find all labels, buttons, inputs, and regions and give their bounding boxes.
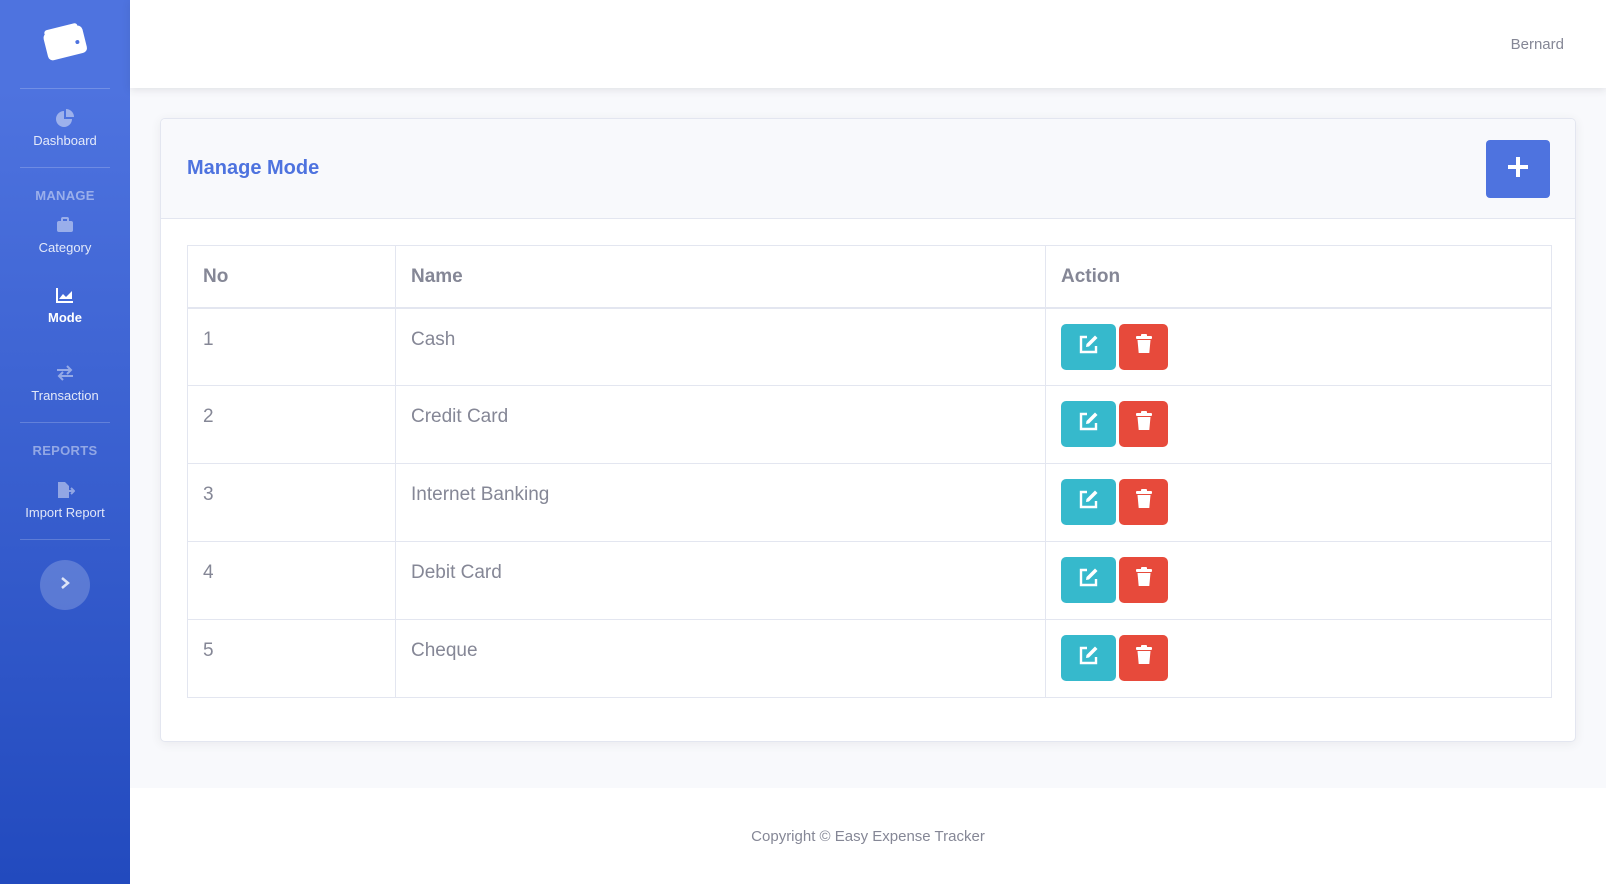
delete-button[interactable] bbox=[1119, 635, 1168, 681]
edit-button[interactable] bbox=[1061, 323, 1116, 370]
table-row: 3 Internet Banking bbox=[187, 463, 1552, 542]
brand-logo[interactable] bbox=[0, 0, 130, 88]
file-export-icon bbox=[55, 481, 75, 499]
cell-action bbox=[1045, 463, 1552, 542]
trash-icon bbox=[1133, 410, 1155, 438]
edit-button[interactable] bbox=[1061, 635, 1116, 681]
sidebar-item-label: Mode bbox=[48, 309, 82, 325]
cell-name: Credit Card bbox=[395, 385, 1046, 464]
sidebar-item-category[interactable]: Category bbox=[0, 204, 130, 266]
exchange-icon bbox=[55, 364, 75, 382]
cell-name: Internet Banking bbox=[395, 463, 1046, 542]
sidebar-item-dashboard[interactable]: Dashboard bbox=[0, 89, 130, 167]
column-header-name: Name bbox=[395, 245, 1046, 309]
add-mode-button[interactable] bbox=[1486, 139, 1550, 198]
sidebar-heading-reports: Reports bbox=[32, 443, 98, 458]
card-header: Manage Mode bbox=[161, 119, 1575, 219]
cell-name: Cheque bbox=[395, 619, 1046, 698]
table-row: 5 Cheque bbox=[187, 619, 1552, 698]
sidebar-item-label: Dashboard bbox=[33, 132, 97, 148]
sidebar-item-label: Category bbox=[38, 239, 92, 255]
chevron-right-icon bbox=[59, 576, 71, 595]
footer: Copyright © Easy Expense Tracker bbox=[130, 788, 1606, 884]
cell-action bbox=[1045, 385, 1552, 464]
page-title: Manage Mode bbox=[187, 157, 320, 179]
delete-button[interactable] bbox=[1119, 323, 1168, 370]
manage-mode-card: Manage Mode No Name Action 1 Cash 2 Credit … bbox=[160, 118, 1576, 742]
user-menu[interactable]: Bernard bbox=[1511, 36, 1564, 53]
cell-action bbox=[1045, 619, 1552, 698]
delete-button[interactable] bbox=[1119, 479, 1168, 525]
cell-action bbox=[1045, 307, 1552, 386]
edit-icon bbox=[1078, 644, 1100, 672]
sidebar-item-label: Transaction bbox=[31, 387, 99, 403]
table-header-row: No Name Action bbox=[187, 245, 1552, 309]
copyright-text: Copyright © Easy Expense Tracker bbox=[751, 827, 985, 845]
sidebar-item-label: Import Report bbox=[25, 504, 105, 520]
cell-name: Debit Card bbox=[395, 541, 1046, 620]
cell-action bbox=[1045, 541, 1552, 620]
edit-button[interactable] bbox=[1061, 479, 1116, 525]
sidebar: Dashboard Manage Category Mode Transacti… bbox=[0, 0, 130, 884]
trash-icon bbox=[1133, 644, 1155, 672]
edit-icon bbox=[1078, 333, 1100, 361]
chart-area-icon bbox=[55, 286, 75, 304]
trash-icon bbox=[1133, 488, 1155, 516]
sidebar-item-import-report[interactable]: Import Report bbox=[0, 461, 130, 539]
plus-icon bbox=[1506, 155, 1530, 182]
edit-button[interactable] bbox=[1061, 401, 1116, 447]
cell-no: 2 bbox=[187, 385, 396, 464]
edit-button[interactable] bbox=[1061, 557, 1116, 603]
cell-no: 4 bbox=[187, 541, 396, 620]
cell-no: 1 bbox=[187, 307, 396, 386]
column-header-action: Action bbox=[1045, 245, 1552, 309]
cell-no: 5 bbox=[187, 619, 396, 698]
trash-icon bbox=[1133, 333, 1155, 361]
sidebar-toggle-button[interactable] bbox=[40, 560, 90, 610]
sidebar-heading-manage: Manage bbox=[35, 188, 95, 203]
briefcase-icon bbox=[55, 216, 75, 234]
table-row: 2 Credit Card bbox=[187, 385, 1552, 464]
sidebar-item-mode[interactable]: Mode bbox=[0, 266, 130, 344]
trash-icon bbox=[1133, 566, 1155, 594]
edit-icon bbox=[1078, 488, 1100, 516]
delete-button[interactable] bbox=[1119, 557, 1168, 603]
topbar: Bernard bbox=[130, 0, 1606, 88]
chart-pie-icon bbox=[55, 108, 75, 127]
edit-icon bbox=[1078, 566, 1100, 594]
sidebar-divider bbox=[20, 539, 110, 540]
sidebar-item-transaction[interactable]: Transaction bbox=[0, 344, 130, 422]
table-row: 4 Debit Card bbox=[187, 541, 1552, 620]
cell-no: 3 bbox=[187, 463, 396, 542]
modes-table: No Name Action 1 Cash 2 Credit Card 3 Interne… bbox=[187, 245, 1552, 698]
column-header-no: No bbox=[187, 245, 396, 309]
cell-name: Cash bbox=[395, 307, 1046, 386]
delete-button[interactable] bbox=[1119, 401, 1168, 447]
table-row: 1 Cash bbox=[187, 307, 1552, 386]
edit-icon bbox=[1078, 410, 1100, 438]
wallet-icon bbox=[40, 20, 90, 69]
